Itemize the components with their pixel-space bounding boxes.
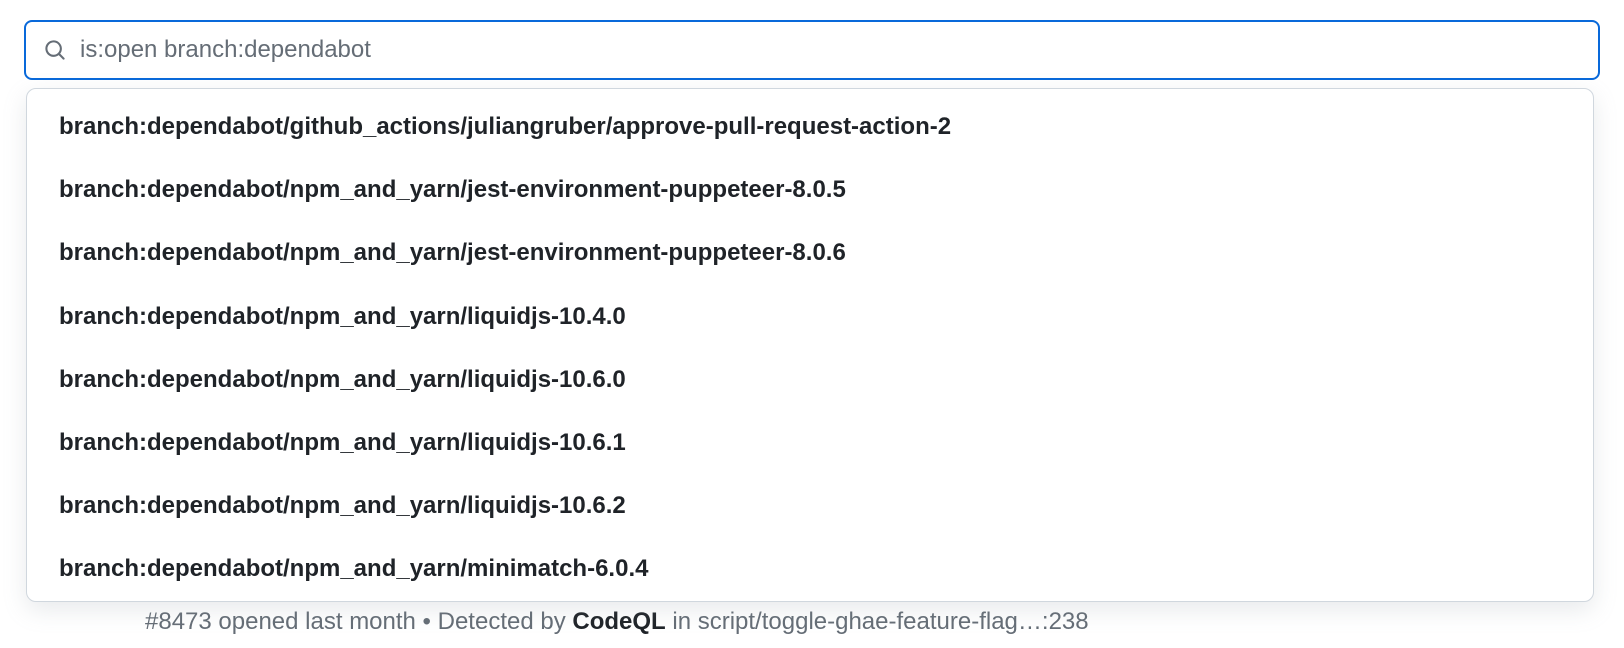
- suggestion-item[interactable]: branch:dependabot/npm_and_yarn/liquidjs-…: [27, 411, 1593, 474]
- detector-name: CodeQL: [572, 608, 665, 635]
- suggestion-item[interactable]: branch:dependabot/npm_and_yarn/liquidjs-…: [27, 348, 1593, 411]
- autocomplete-dropdown: branch:dependabot/github_actions/juliang…: [26, 88, 1594, 602]
- issue-id: #8473: [145, 608, 212, 635]
- file-path: in script/toggle-ghae-feature-flag…:238: [666, 608, 1089, 635]
- search-icon: [44, 39, 66, 61]
- opened-text: opened last month • Detected by: [212, 608, 573, 635]
- suggestion-item[interactable]: branch:dependabot/npm_and_yarn/jest-envi…: [27, 158, 1593, 221]
- background-result-row: #8473 opened last month • Detected by Co…: [145, 608, 1089, 636]
- search-box[interactable]: [24, 20, 1600, 80]
- suggestion-item[interactable]: branch:dependabot/npm_and_yarn/jest-envi…: [27, 221, 1593, 284]
- suggestion-item[interactable]: branch:dependabot/npm_and_yarn/liquidjs-…: [27, 285, 1593, 348]
- suggestion-item[interactable]: branch:dependabot/npm_and_yarn/minimatch…: [27, 537, 1593, 600]
- search-container: branch:dependabot/github_actions/juliang…: [24, 20, 1600, 80]
- suggestion-item[interactable]: branch:dependabot/github_actions/juliang…: [27, 89, 1593, 158]
- search-input[interactable]: [80, 36, 1580, 64]
- suggestion-item[interactable]: branch:dependabot/npm_and_yarn/liquidjs-…: [27, 474, 1593, 537]
